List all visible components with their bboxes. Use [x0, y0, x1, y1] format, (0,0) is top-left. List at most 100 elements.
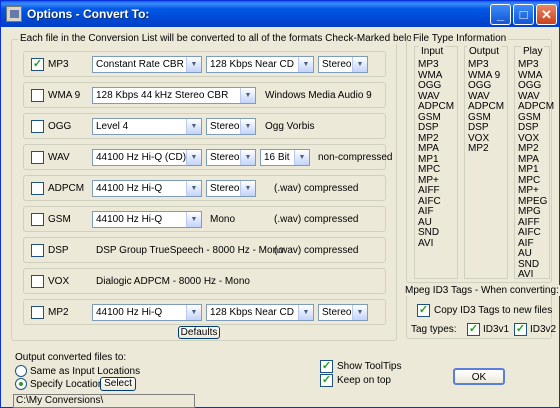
play-item: MP1: [518, 164, 539, 175]
wav-checkbox[interactable]: [31, 151, 44, 164]
ok-button[interactable]: OK: [453, 368, 505, 385]
mp2-rate-select[interactable]: 44100 Hz Hi-Q ▼: [92, 304, 202, 321]
mp3-mode-select[interactable]: Constant Rate CBR ▼: [92, 56, 202, 73]
format-name: DSP: [48, 245, 69, 256]
format-note: Ogg Vorbis: [265, 121, 315, 132]
close-button[interactable]: ✕: [536, 4, 557, 25]
input-types-list: Input MP3 WMA OGG WAV ADPCM GSM DSP MP2 MPA MP1 MP…: [414, 46, 458, 279]
adpcm-checkbox[interactable]: [31, 182, 44, 195]
output-heading: Output converted files to:: [15, 352, 127, 363]
format-row-adpcm: ADPCM 44100 Hz Hi-Q ▼ Stereo ▼ (.wav) comp…: [23, 175, 386, 201]
format-row-wma9: WMA 9 128 Kbps 44 kHz Stereo CBR ▼ Window…: [23, 82, 386, 108]
dsp-checkbox[interactable]: [31, 244, 44, 257]
defaults-button[interactable]: Defaults: [178, 326, 220, 339]
play-item: AU: [518, 248, 532, 259]
play-item: DSP: [518, 122, 539, 133]
app-icon: [6, 6, 22, 22]
output-path-field[interactable]: C:\My Conversions\: [13, 394, 195, 408]
chevron-down-icon: ▼: [352, 305, 367, 320]
input-item: MPC: [418, 164, 441, 175]
chevron-down-icon: ▼: [186, 181, 201, 196]
play-item: MP3: [518, 59, 539, 70]
title-bar[interactable]: Options - Convert To: _ □ ✕: [1, 1, 559, 27]
output-item: DSP: [468, 122, 489, 133]
input-item: AIF: [418, 206, 434, 217]
output-item: MP2: [468, 143, 489, 154]
format-row-vox: VOX Dialogic ADPCM - 8000 Hz - Mono: [23, 268, 386, 294]
mp2-bitrate-select[interactable]: 128 Kbps Near CD ▼: [206, 304, 314, 321]
format-name: OGG: [48, 121, 72, 132]
input-item: AVI: [418, 237, 434, 249]
play-types-list: Play MP3 WMA OGG WAV ADPCM GSM DSP VOX MP2 MPA MP1…: [514, 46, 555, 280]
tag-types-label: Tag types:: [411, 324, 457, 335]
play-item: ADPCM: [518, 101, 555, 112]
id3v2-label: ID3v2: [530, 324, 557, 335]
format-name: GSM: [48, 214, 71, 225]
input-item: MP3: [418, 59, 439, 70]
format-note: (.wav) compressed: [274, 214, 359, 225]
input-item: ADPCM: [418, 101, 455, 112]
chevron-down-icon: ▼: [298, 57, 313, 72]
minimize-button[interactable]: _: [490, 4, 511, 25]
window-title: Options - Convert To:: [27, 7, 150, 21]
id3v1-label: ID3v1: [483, 324, 510, 335]
maximize-button[interactable]: □: [513, 4, 534, 25]
play-item: AIFC: [518, 227, 541, 238]
wma9-quality-select[interactable]: 128 Kbps 44 kHz Stereo CBR ▼: [92, 87, 256, 104]
adpcm-channel-select[interactable]: Stereo ▼: [206, 180, 256, 197]
mp3-checkbox[interactable]: ✓: [31, 58, 44, 71]
input-item: SND: [418, 227, 440, 238]
wav-rate-select[interactable]: 44100 Hz Hi-Q (CD) ▼: [92, 149, 202, 166]
mp3-bitrate-select[interactable]: 128 Kbps Near CD ▼: [206, 56, 314, 73]
chevron-down-icon: ▼: [298, 305, 313, 320]
format-name: WMA 9: [48, 90, 81, 101]
copy-id3-label: Copy ID3 Tags to new files: [434, 305, 553, 316]
format-row-mp2: MP2 44100 Hz Hi-Q ▼ 128 Kbps Near CD ▼ Ste…: [23, 299, 386, 325]
chevron-down-icon: ▼: [186, 212, 201, 227]
play-item: AVI: [518, 269, 534, 280]
input-item: AIFF: [418, 185, 440, 196]
vox-checkbox[interactable]: [31, 275, 44, 288]
id3v2-checkbox[interactable]: ✓: [514, 323, 527, 336]
same-location-label: Same as Input Locations: [30, 366, 141, 377]
copy-id3-checkbox[interactable]: ✓: [417, 304, 430, 317]
vox-description: Dialogic ADPCM - 8000 Hz - Mono: [96, 276, 250, 287]
show-tooltips-label: Show ToolTips: [337, 361, 402, 372]
format-row-mp3: ✓ MP3 Constant Rate CBR ▼ 128 Kbps Near C…: [23, 51, 386, 77]
wav-bits-select[interactable]: 16 Bit ▼: [260, 149, 310, 166]
ogg-checkbox[interactable]: [31, 120, 44, 133]
keep-on-top-checkbox[interactable]: ✓: [320, 374, 333, 387]
select-location-button[interactable]: Select: [100, 377, 136, 391]
mp3-channel-select[interactable]: Stereo ▼: [318, 56, 368, 73]
file-type-group: File Type Information Input MP3 WMA OGG WAV…: [406, 33, 555, 283]
adpcm-rate-select[interactable]: 44100 Hz Hi-Q ▼: [92, 180, 202, 197]
play-header: Play: [521, 46, 545, 57]
id3v1-checkbox[interactable]: ✓: [467, 323, 480, 336]
wav-channel-select[interactable]: Stereo ▼: [206, 149, 256, 166]
dsp-description: DSP Group TrueSpeech - 8000 Hz - Mono: [96, 245, 284, 256]
ogg-channel-select[interactable]: Stereo ▼: [206, 118, 256, 135]
same-location-radio[interactable]: [15, 365, 27, 377]
format-name: WAV: [48, 152, 70, 163]
specify-location-radio[interactable]: [15, 378, 27, 390]
chevron-down-icon: ▼: [294, 150, 309, 165]
show-tooltips-checkbox[interactable]: ✓: [320, 360, 333, 373]
input-header: Input: [419, 46, 446, 57]
gsm-checkbox[interactable]: [31, 213, 44, 226]
id3-group: Mpeg ID3 Tags - When converting: ✓ Copy …: [403, 285, 560, 339]
format-note: (.wav) compressed: [274, 245, 359, 256]
play-item: MP2: [518, 143, 539, 154]
chevron-down-icon: ▼: [186, 57, 201, 72]
ogg-level-select[interactable]: Level 4 ▼: [92, 118, 202, 135]
specify-location-label: Specify Location: [30, 379, 104, 390]
output-item: OGG: [468, 80, 492, 91]
format-row-gsm: GSM 44100 Hz Hi-Q ▼ Mono (.wav) compresse…: [23, 206, 386, 232]
chevron-down-icon: ▼: [186, 305, 201, 320]
play-item: MP+: [518, 185, 539, 196]
mp2-checkbox[interactable]: [31, 306, 44, 319]
chevron-down-icon: ▼: [186, 150, 201, 165]
wma9-checkbox[interactable]: [31, 89, 44, 102]
mp2-channel-select[interactable]: Stereo ▼: [318, 304, 368, 321]
chevron-down-icon: ▼: [240, 88, 255, 103]
gsm-rate-select[interactable]: 44100 Hz Hi-Q ▼: [92, 211, 202, 228]
